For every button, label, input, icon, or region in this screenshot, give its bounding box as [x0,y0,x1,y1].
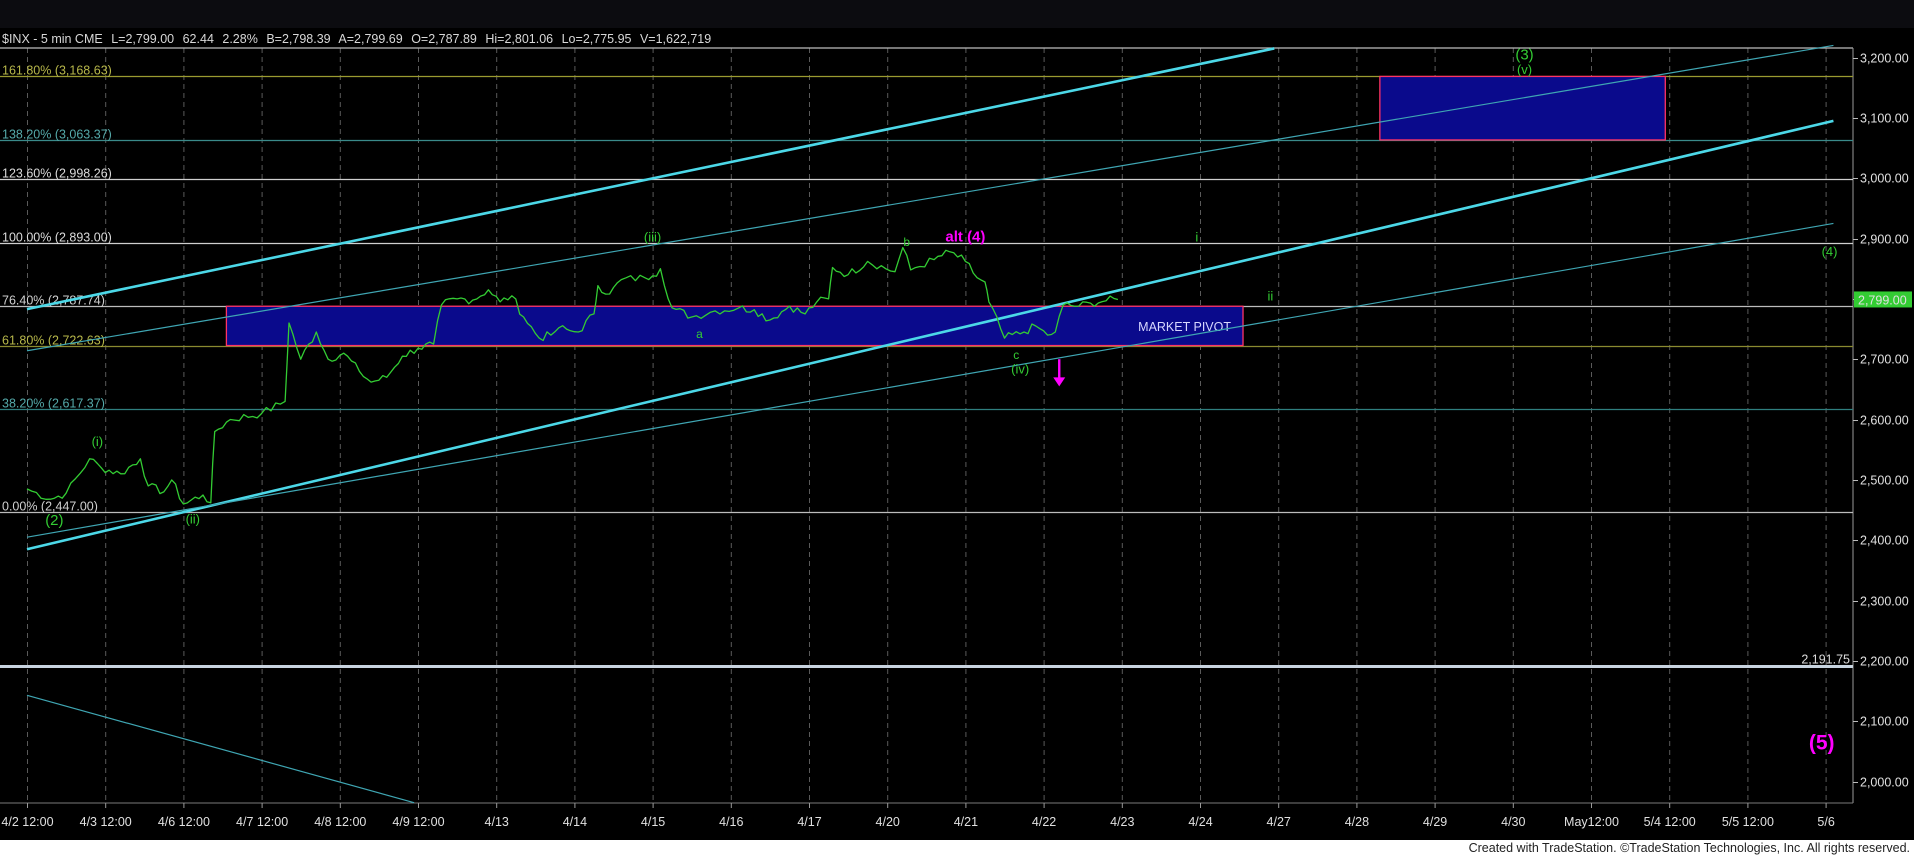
y-tick-label: 2,300.00 [1860,595,1909,609]
wave-label: (4) [1822,244,1838,259]
header-last: L=2,799.00 [111,32,174,46]
y-tick-label: 2,600.00 [1860,414,1909,428]
x-tick-label: 4/30 [1501,815,1525,829]
x-tick-label: 4/2 12:00 [1,815,53,829]
wave-label: i [1195,230,1198,245]
x-tick-label: 4/9 12:00 [392,815,444,829]
header-volume: V=1,622,719 [640,32,711,46]
y-tick-label: 3,200.00 [1860,52,1909,66]
x-tick-label: 4/14 [563,815,587,829]
y-tick-label: 2,000.00 [1860,776,1909,790]
fib-level-label: 100.00% (2,893.00) [2,231,112,245]
x-tick-label: 4/29 [1423,815,1447,829]
market-pivot-zone [225,305,1244,347]
y-tick-label: 3,100.00 [1860,112,1909,126]
x-tick-label: 4/7 12:00 [236,815,288,829]
fib-level-label: 38.20% (2,617.37) [2,397,105,411]
wave-label: (iii) [644,230,661,245]
x-tick-label: 4/8 12:00 [314,815,366,829]
y-tick-label: 2,500.00 [1860,474,1909,488]
x-tick-label: 5/5 12:00 [1722,815,1774,829]
wave-label: (2) [45,512,63,529]
market-pivot-label: MARKET PIVOT [1138,320,1231,334]
wave-label: b [903,235,910,249]
header-open: O=2,787.89 [411,32,477,46]
x-tick-label: May12:00 [1564,815,1619,829]
wave-label: a [696,327,703,341]
wave-label: (v) [1517,62,1532,77]
wave-label: c [1013,348,1019,362]
y-tick-label: 3,000.00 [1860,172,1909,186]
support-line-label: 2,191.75 [1801,653,1850,667]
x-tick-label: 4/13 [485,815,509,829]
target-zone [1379,75,1666,141]
header-symbol: $INX - 5 min CME [2,32,103,46]
x-tick-label: 4/6 12:00 [158,815,210,829]
y-tick-label: 2,700.00 [1860,353,1909,367]
fib-level-label: 123.60% (2,998.26) [2,167,112,181]
header-low: Lo=2,775.95 [562,32,632,46]
y-tick-label: 2,200.00 [1860,655,1909,669]
x-tick-label: 5/6 [1817,815,1834,829]
wave-label: (3) [1515,46,1533,63]
wave-label: (5) [1809,732,1835,755]
price-chart[interactable]: $INX - 5 min CME L=2,799.00 62.44 2.28% … [0,0,1914,856]
x-tick-label: 4/16 [719,815,743,829]
x-tick-label: 4/22 [1032,815,1056,829]
x-tick-label: 4/3 12:00 [80,815,132,829]
x-tick-label: 4/17 [797,815,821,829]
fib-level-label: 161.80% (3,168.63) [2,64,112,78]
wave-label: ii [1267,289,1273,304]
header-ask: A=2,799.69 [338,32,402,46]
wave-label: (ii) [186,511,200,526]
header-change: 62.44 [183,32,214,46]
header-bid: B=2,798.39 [266,32,330,46]
y-tick-label: 2,900.00 [1860,233,1909,247]
y-tick-label: 2,100.00 [1860,715,1909,729]
header-high: Hi=2,801.06 [485,32,553,46]
header-change-pct: 2.28% [222,32,257,46]
x-tick-label: 4/20 [876,815,900,829]
x-tick-label: 4/15 [641,815,665,829]
copyright-notice: Created with TradeStation. ©TradeStation… [1469,841,1910,855]
y-tick-label: 2,400.00 [1860,534,1909,548]
x-tick-label: 4/28 [1345,815,1369,829]
wave-label: (i) [92,434,104,449]
x-tick-label: 4/23 [1110,815,1134,829]
last-price-label: 2,799.00 [1858,293,1907,307]
x-tick-label: 4/21 [954,815,978,829]
top-bar [0,0,1914,28]
wave-label: (iv) [1011,362,1029,377]
x-tick-label: 4/24 [1188,815,1212,829]
wave-label: alt (4) [945,229,985,246]
x-tick-label: 5/4 12:00 [1644,815,1696,829]
fib-level-label: 138.20% (3,063.37) [2,128,112,142]
x-tick-label: 4/27 [1267,815,1291,829]
